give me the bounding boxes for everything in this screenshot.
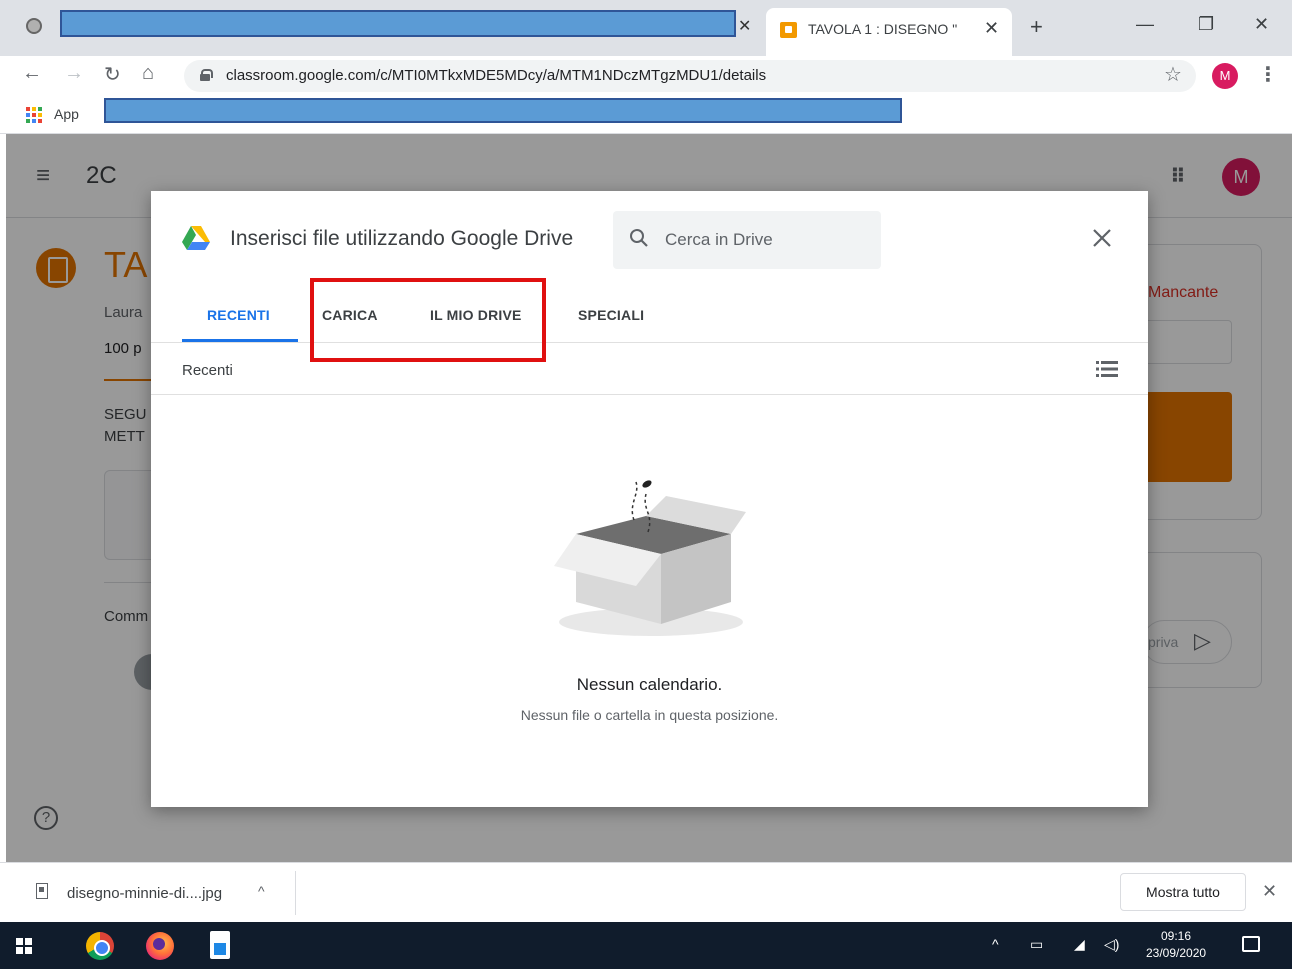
window-close-icon[interactable]: ✕ bbox=[1254, 14, 1269, 35]
tab-recenti[interactable]: RECENTI bbox=[207, 307, 270, 323]
document-app-taskbar-icon[interactable] bbox=[210, 931, 230, 959]
bookmarks-bar: App bbox=[0, 98, 1292, 134]
download-shelf: disegno-minnie-di....jpg ^ Mostra tutto … bbox=[0, 862, 1292, 922]
site-favicon-icon bbox=[26, 18, 42, 34]
browser-toolbar: ← → ↻ ⌂ classroom.google.com/c/MTI0MTkxM… bbox=[0, 56, 1292, 98]
classroom-favicon-icon bbox=[780, 22, 797, 38]
new-tab-icon[interactable]: + bbox=[1030, 14, 1043, 40]
windows-taskbar: ^ ▭ ◢ ◁) 09:16 23/09/2020 bbox=[0, 922, 1292, 969]
url-text[interactable]: classroom.google.com/c/MTI0MTkxMDE5MDcy/… bbox=[226, 67, 766, 84]
forward-icon[interactable]: → bbox=[64, 62, 84, 85]
dialog-title: Inserisci file utilizzando Google Drive bbox=[230, 227, 574, 250]
home-icon[interactable]: ⌂ bbox=[142, 62, 154, 85]
apps-grid-icon[interactable] bbox=[26, 107, 42, 123]
close-tab-icon[interactable]: ✕ bbox=[984, 18, 999, 39]
redacted-tabs bbox=[60, 10, 736, 37]
profile-avatar[interactable]: M bbox=[1212, 63, 1238, 89]
picker-tabs: RECENTI CARICA IL MIO DRIVE SPECIALI bbox=[151, 291, 1148, 343]
drive-search-box[interactable] bbox=[613, 211, 881, 269]
redacted-bookmarks bbox=[104, 98, 902, 123]
tray-chevron-icon[interactable]: ^ bbox=[992, 936, 999, 952]
volume-icon[interactable]: ◁) bbox=[1104, 936, 1119, 953]
reload-icon[interactable]: ↻ bbox=[104, 62, 121, 87]
bookmark-star-icon[interactable]: ☆ bbox=[1164, 62, 1182, 87]
windows-start-icon[interactable] bbox=[16, 938, 32, 954]
apps-bookmark[interactable]: App bbox=[54, 106, 79, 122]
wifi-icon[interactable]: ◢ bbox=[1074, 936, 1085, 953]
close-tab-icon[interactable]: ✕ bbox=[738, 16, 751, 36]
divider bbox=[295, 871, 296, 915]
restore-icon[interactable]: ❐ bbox=[1198, 14, 1214, 35]
close-icon[interactable] bbox=[1089, 225, 1115, 251]
picker-subheader: Recenti bbox=[151, 344, 1148, 395]
chevron-up-icon[interactable]: ^ bbox=[258, 883, 265, 899]
chrome-taskbar-icon[interactable] bbox=[86, 932, 114, 960]
empty-box-icon bbox=[554, 480, 746, 636]
list-view-icon[interactable] bbox=[1096, 360, 1118, 378]
browser-tab-strip: ✕ TAVOLA 1 : DISEGNO " CL ✕ + — ❐ ✕ bbox=[0, 0, 1292, 56]
active-tab[interactable]: TAVOLA 1 : DISEGNO " CL ✕ bbox=[766, 8, 1012, 56]
system-clock[interactable]: 09:16 23/09/2020 bbox=[1146, 928, 1206, 962]
firefox-taskbar-icon[interactable] bbox=[146, 932, 174, 960]
empty-state-subtitle: Nessun file o cartella in questa posizio… bbox=[520, 707, 779, 723]
close-shelf-icon[interactable]: ✕ bbox=[1262, 881, 1277, 902]
browser-menu-icon[interactable]: ⋮ bbox=[1258, 62, 1278, 87]
tab-speciali[interactable]: SPECIALI bbox=[578, 307, 644, 323]
empty-state-title: Nessun calendario. bbox=[576, 675, 723, 694]
back-icon[interactable]: ← bbox=[22, 62, 42, 85]
clock-time: 09:16 bbox=[1160, 929, 1192, 943]
drive-picker-dialog: Inserisci file utilizzando Google Drive … bbox=[151, 191, 1148, 807]
download-item-name[interactable]: disegno-minnie-di....jpg bbox=[67, 885, 222, 902]
clock-date: 23/09/2020 bbox=[1146, 946, 1207, 960]
tab-title: TAVOLA 1 : DISEGNO " CL bbox=[808, 21, 958, 37]
minimize-icon[interactable]: — bbox=[1136, 14, 1154, 35]
notification-icon[interactable] bbox=[1242, 936, 1260, 952]
active-tab-indicator bbox=[182, 339, 298, 342]
address-bar[interactable]: classroom.google.com/c/MTI0MTkxMDE5MDcy/… bbox=[184, 60, 1196, 92]
drive-search-input[interactable] bbox=[665, 227, 865, 253]
battery-icon[interactable]: ▭ bbox=[1030, 936, 1043, 953]
image-file-icon[interactable] bbox=[36, 883, 48, 899]
breadcrumb: Recenti bbox=[182, 362, 233, 379]
google-drive-logo-icon bbox=[182, 226, 210, 250]
search-icon[interactable] bbox=[629, 228, 649, 248]
lock-icon[interactable] bbox=[200, 69, 213, 81]
show-all-button[interactable]: Mostra tutto bbox=[1120, 873, 1246, 911]
